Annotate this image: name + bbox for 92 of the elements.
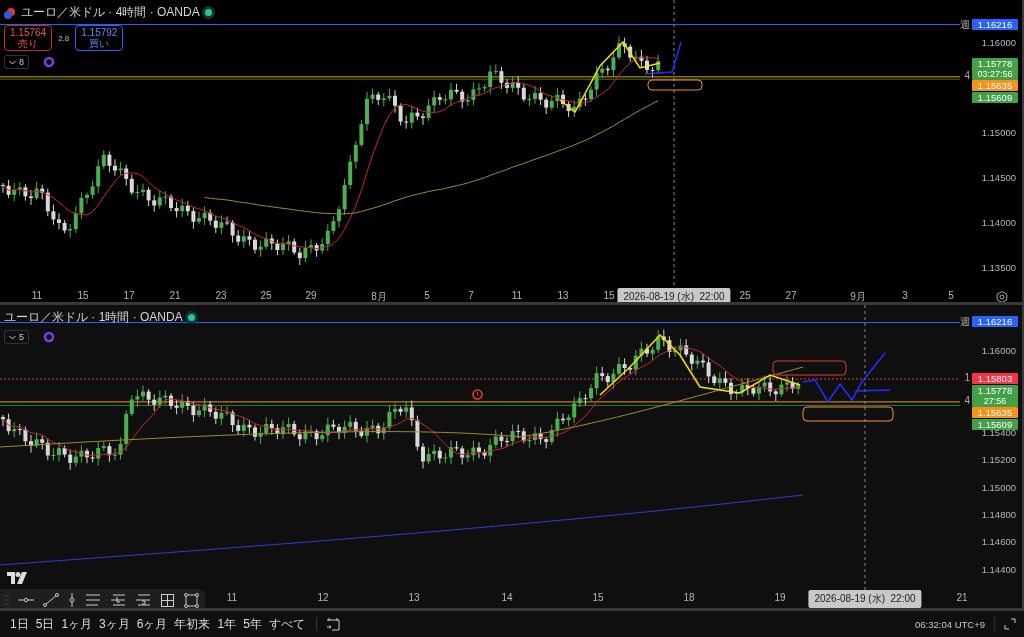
time-axis-label: 14 — [501, 592, 513, 603]
logo-icon — [7, 572, 29, 584]
crosshair-time-label: 2026-08-19 (水) 22:00 — [808, 590, 922, 608]
short-position-icon[interactable] — [135, 593, 151, 607]
time-axis-label: 15 — [603, 290, 615, 301]
price-axis-label: 1.14600 — [981, 536, 1016, 548]
price-axis-label: 1.14400 — [981, 563, 1016, 575]
price-tag: 1.15778 03:27:56 — [972, 57, 1018, 80]
range-button[interactable]: すべて — [266, 613, 307, 635]
time-axis-label: 8月 — [371, 290, 387, 302]
time-axis-label: 21 — [169, 290, 181, 301]
price-axis-label: 1.14500 — [981, 172, 1016, 183]
time-axis-label: 27 — [785, 290, 797, 301]
price-tag: 1.15635 — [972, 406, 1018, 418]
price-tag: 1.15609 — [972, 418, 1018, 430]
symbol-title: ユーロ／米ドル · 4時間 · OANDA — [21, 4, 200, 21]
market-status-dot — [204, 9, 212, 16]
indicators-toggle[interactable]: 8 — [4, 55, 29, 69]
price-axis-label: 1.13500 — [981, 262, 1016, 273]
ring-icon[interactable] — [43, 331, 55, 343]
spread-value: 2.8 — [58, 33, 70, 43]
vertical-line-icon[interactable] — [68, 593, 76, 607]
range-button[interactable]: 6ヶ月 — [134, 613, 170, 635]
price-axis-label: 1.15200 — [981, 454, 1016, 466]
range-button[interactable]: 1ヶ月 — [59, 613, 95, 635]
price-axis-label: 1.16000 — [981, 345, 1016, 356]
chevron-down-icon — [9, 334, 16, 340]
line-label: 1 — [964, 371, 970, 383]
price-axis-label: 1.15000 — [981, 127, 1016, 138]
price-tag: 1.16216 — [972, 316, 1018, 328]
symbol-title: ユーロ／米ドル · 1時間 · OANDA — [4, 309, 183, 326]
line-label: 週 — [960, 17, 970, 32]
rectangle-icon[interactable] — [184, 592, 199, 608]
time-axis-label: 18 — [683, 592, 695, 603]
fullscreen-icon[interactable] — [1004, 618, 1016, 630]
time-axis-label: 12 — [317, 592, 329, 603]
time-axis-label: 9月 — [850, 290, 866, 302]
indicators-toggle[interactable]: 5 — [4, 330, 29, 344]
time-axis-label: 3 — [902, 290, 908, 301]
price-tag: 1.16216 — [972, 18, 1018, 30]
chevron-down-icon — [9, 59, 16, 65]
time-axis-label: 23 — [215, 290, 227, 301]
time-axis-label: 17 — [123, 290, 135, 301]
time-axis-label: 11 — [31, 290, 43, 301]
range-button[interactable]: 1年 — [215, 613, 239, 635]
calendar-icon[interactable] — [325, 617, 340, 631]
time-axis-label: 13 — [557, 290, 569, 301]
currency-flag-icon — [4, 6, 16, 19]
market-status-dot — [187, 314, 195, 321]
price-range-icon[interactable] — [160, 592, 175, 608]
time-axis-label: 11 — [511, 290, 523, 301]
sell-button[interactable]: 1.15764 売り — [4, 25, 53, 51]
price-tag: 1.15609 — [972, 91, 1018, 103]
time-axis-label: 29 — [305, 290, 317, 301]
price-tag: 1.15803 — [972, 372, 1018, 384]
time-axis-label: 13 — [408, 592, 420, 603]
rectangle-drawing — [647, 79, 703, 91]
range-button[interactable]: 1日 — [8, 613, 31, 635]
long-position-icon[interactable] — [110, 593, 126, 607]
clock-text: 06:32:04 UTC+9 — [915, 618, 985, 630]
range-button[interactable]: 5日 — [33, 613, 57, 635]
time-axis-label: 19 — [774, 592, 786, 603]
time-axis-label: 21 — [956, 592, 968, 603]
price-axis-label: 1.14800 — [981, 509, 1016, 520]
parallel-lines-icon[interactable] — [85, 593, 101, 607]
time-axis-label: 15 — [77, 290, 89, 301]
settings-icon[interactable] — [996, 291, 1008, 302]
time-axis-label: 15 — [592, 592, 604, 603]
line-label: 4 — [964, 394, 970, 406]
crosshair-time-label: 2026-08-19 (水) 22:00 — [617, 288, 731, 302]
time-axis-label: 5 — [424, 290, 430, 301]
price-tag: 1.15778 27:56 — [972, 384, 1018, 407]
range-button[interactable]: 3ヶ月 — [97, 613, 132, 635]
range-button[interactable]: 年初来 — [172, 613, 213, 635]
price-axis-label: 1.14000 — [981, 217, 1016, 228]
line-label: 4 — [964, 69, 970, 81]
line-label: 週 — [960, 315, 970, 330]
price-axis-label: 1.15000 — [981, 481, 1016, 493]
time-axis-label: 7 — [468, 290, 474, 301]
trend-line-icon[interactable] — [43, 593, 59, 607]
range-button[interactable]: 5年 — [241, 613, 264, 635]
buy-button[interactable]: 1.15792 買い — [75, 25, 124, 51]
time-axis-label: 25 — [260, 290, 272, 301]
time-axis-label: 11 — [226, 592, 238, 603]
projection-line — [644, 41, 682, 75]
price-tag: 1.15635 — [972, 79, 1018, 91]
alarm-clock-icon[interactable] — [472, 389, 483, 400]
time-axis-label: 5 — [948, 290, 954, 301]
time-axis-label: 25 — [739, 290, 751, 301]
price-axis-label: 1.16000 — [981, 37, 1016, 48]
price-axis-label: 1.15400 — [981, 427, 1016, 438]
ring-icon[interactable] — [43, 56, 55, 68]
